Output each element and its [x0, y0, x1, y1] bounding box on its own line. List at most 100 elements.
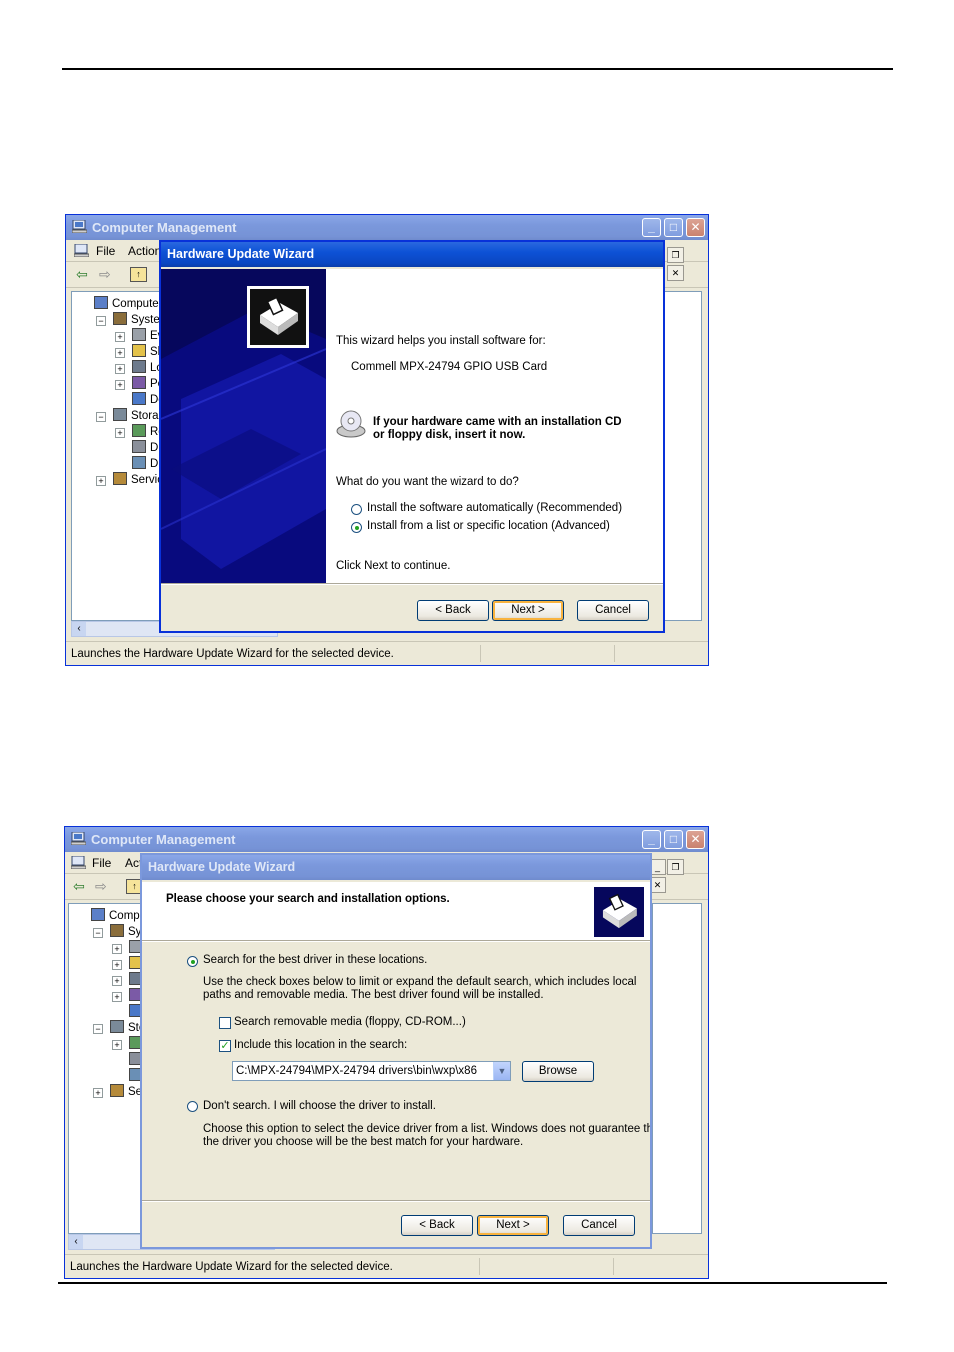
expand-icon[interactable]: +	[96, 476, 106, 486]
location-path-combobox[interactable]: C:\MPX-24794\MPX-24794 drivers\bin\wxp\x…	[232, 1061, 511, 1081]
dont-search-description-line1: Choose this option to select the device …	[203, 1123, 652, 1135]
back-arrow-icon[interactable]: ⇦	[73, 878, 85, 895]
header-separator	[142, 940, 650, 942]
forward-arrow-icon[interactable]: ⇨	[99, 266, 111, 283]
wizard-header-text: Please choose your search and installati…	[166, 893, 450, 905]
expand-icon[interactable]: +	[112, 992, 122, 1002]
search-best-driver-radio[interactable]	[187, 956, 198, 967]
hardware-update-wizard-dialog: Hardware Update Wizard Please choose you…	[140, 853, 652, 1249]
expand-icon[interactable]: +	[115, 380, 125, 390]
expand-icon[interactable]: +	[115, 348, 125, 358]
install-from-list-label[interactable]: Install from a list or specific location…	[367, 520, 610, 532]
shared-folders-icon	[132, 344, 146, 357]
up-folder-icon[interactable]: ↑	[130, 267, 147, 282]
menu-action[interactable]: Action	[128, 240, 161, 262]
dont-search-label[interactable]: Don't search. I will choose the driver t…	[203, 1100, 436, 1112]
menu-file[interactable]: File	[92, 852, 111, 874]
cd-instruction-line2: or floppy disk, insert it now.	[373, 429, 526, 441]
location-path-value: C:\MPX-24794\MPX-24794 drivers\bin\wxp\x…	[236, 1065, 477, 1077]
wizard-question: What do you want the wizard to do?	[336, 476, 519, 488]
scroll-left-icon[interactable]: ‹	[72, 622, 86, 636]
search-removable-media-label[interactable]: Search removable media (floppy, CD-ROM..…	[234, 1016, 466, 1028]
collapse-icon[interactable]: −	[93, 928, 103, 938]
maximize-button[interactable]: □	[664, 218, 683, 237]
status-text: Launches the Hardware Update Wizard for …	[70, 1261, 393, 1273]
expand-icon[interactable]: +	[93, 1088, 103, 1098]
expand-icon[interactable]: +	[112, 944, 122, 954]
browse-button[interactable]: Browse	[522, 1061, 594, 1082]
wizard-titlebar: Hardware Update Wizard	[161, 242, 663, 267]
status-text: Launches the Hardware Update Wizard for …	[71, 648, 394, 660]
install-automatically-label[interactable]: Install the software automatically (Reco…	[367, 502, 622, 514]
cancel-button[interactable]: Cancel	[577, 600, 649, 621]
status-bar: Launches the Hardware Update Wizard for …	[66, 641, 708, 665]
expand-icon[interactable]: +	[115, 364, 125, 374]
back-arrow-icon[interactable]: ⇦	[76, 266, 88, 283]
disk-management-icon	[132, 456, 146, 469]
event-viewer-icon	[132, 328, 146, 341]
close-button[interactable]: ✕	[686, 218, 705, 237]
cm-title: Computer Management	[92, 220, 237, 235]
scroll-left-icon[interactable]: ‹	[69, 1235, 83, 1249]
computer-management-window-1: Computer Management _ □ ✕ File Action ❐✕…	[65, 214, 709, 666]
local-users-icon	[132, 360, 146, 373]
include-location-label[interactable]: Include this location in the search:	[234, 1039, 407, 1051]
wizard-title: Hardware Update Wizard	[148, 860, 296, 874]
cancel-button[interactable]: Cancel	[563, 1215, 635, 1236]
details-pane	[652, 903, 702, 1234]
page-bottom-rule	[58, 1282, 887, 1284]
wizard-intro-text: This wizard helps you install software f…	[336, 335, 546, 347]
install-automatically-radio[interactable]	[351, 504, 362, 515]
wizard-separator	[161, 583, 663, 585]
hardware-wizard-logo-icon	[594, 887, 644, 937]
minimize-button[interactable]: _	[642, 218, 661, 237]
mdi-restore-button[interactable]: ❐	[667, 859, 684, 875]
system-tools-icon	[113, 312, 127, 325]
performance-icon	[132, 376, 146, 389]
dont-search-description-line2: the driver you choose will be the best m…	[203, 1136, 524, 1148]
computer-management-icon	[71, 832, 86, 845]
minimize-button[interactable]: _	[642, 830, 661, 849]
cm-titlebar: Computer Management _ □ ✕	[66, 215, 708, 240]
computer-icon	[91, 908, 105, 921]
mmc-icon	[74, 244, 89, 257]
wizard-header-panel: Please choose your search and installati…	[142, 882, 650, 940]
wizard-title: Hardware Update Wizard	[167, 247, 315, 261]
services-icon	[113, 472, 127, 485]
chevron-down-icon[interactable]: ▼	[493, 1062, 510, 1080]
status-bar: Launches the Hardware Update Wizard for …	[65, 1254, 708, 1278]
computer-icon	[94, 296, 108, 309]
search-removable-media-checkbox[interactable]	[219, 1017, 231, 1029]
computer-management-icon	[72, 220, 87, 233]
collapse-icon[interactable]: −	[96, 316, 106, 326]
expand-icon[interactable]: +	[115, 428, 125, 438]
wizard-separator	[142, 1200, 650, 1202]
disk-defrag-icon	[132, 440, 146, 453]
hardware-update-wizard-dialog: Hardware Update Wizard This wizard helps…	[159, 240, 665, 633]
menu-file[interactable]: File	[96, 240, 115, 262]
forward-arrow-icon[interactable]: ⇨	[95, 878, 107, 895]
device-manager-icon	[132, 392, 146, 405]
install-from-list-radio[interactable]	[351, 522, 362, 533]
search-description-line1: Use the check boxes below to limit or ex…	[203, 976, 637, 988]
next-button[interactable]: Next >	[492, 600, 564, 621]
dont-search-radio[interactable]	[187, 1101, 198, 1112]
expand-icon[interactable]: +	[115, 332, 125, 342]
next-button[interactable]: Next >	[477, 1215, 549, 1236]
services-icon	[110, 1084, 124, 1097]
search-best-driver-label[interactable]: Search for the best driver in these loca…	[203, 954, 427, 966]
collapse-icon[interactable]: −	[96, 412, 106, 422]
mdi-restore-button[interactable]: ❐	[667, 247, 684, 263]
cm-titlebar: Computer Management _ □ ✕	[65, 827, 708, 852]
collapse-icon[interactable]: −	[93, 1024, 103, 1034]
expand-icon[interactable]: +	[112, 1040, 122, 1050]
hardware-wizard-logo-icon	[247, 286, 309, 348]
expand-icon[interactable]: +	[112, 976, 122, 986]
back-button[interactable]: < Back	[417, 600, 489, 621]
maximize-button[interactable]: □	[664, 830, 683, 849]
back-button[interactable]: < Back	[401, 1215, 473, 1236]
expand-icon[interactable]: +	[112, 960, 122, 970]
include-location-checkbox[interactable]: ✓	[219, 1040, 231, 1052]
storage-icon	[113, 408, 127, 421]
close-button[interactable]: ✕	[686, 830, 705, 849]
